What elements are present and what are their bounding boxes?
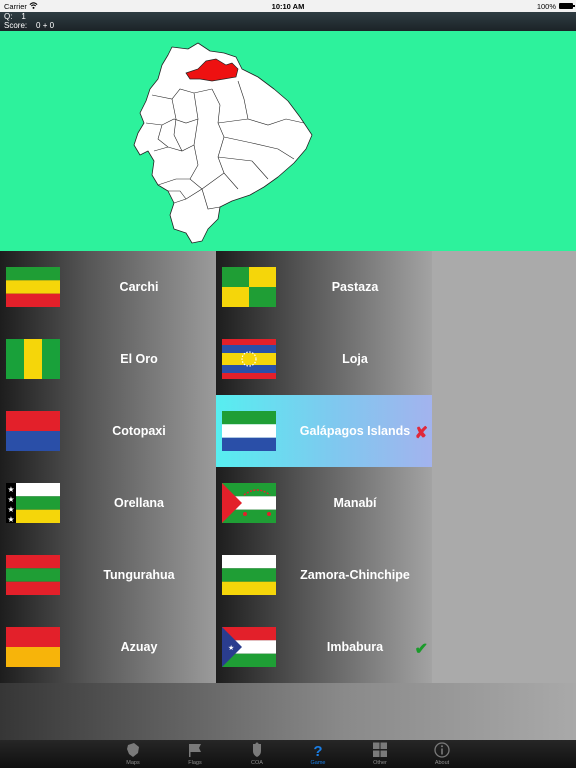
svg-text:★: ★: [7, 495, 14, 504]
answer-option-galapagos-islands[interactable]: Galápagos Islands ✘: [216, 395, 432, 467]
answer-column-left: Carchi El Oro Cotopaxi ★ ★ ★ ★ Orellana: [0, 251, 216, 683]
answer-grid: Carchi El Oro Cotopaxi ★ ★ ★ ★ Orellana: [0, 251, 576, 740]
answer-label: Manabí: [333, 496, 377, 510]
answer-option-orellana[interactable]: ★ ★ ★ ★ Orellana: [0, 467, 216, 539]
status-bar: Carrier 10:10 AM 100%: [0, 0, 576, 12]
battery-percent: 100%: [536, 2, 556, 11]
ecuador-province-map: [133, 42, 313, 244]
question-counter: Q: 1: [4, 12, 26, 21]
tab-coa[interactable]: COA: [227, 740, 287, 768]
answer-option-cotopaxi[interactable]: Cotopaxi: [0, 395, 216, 467]
answer-option-zamora-chinchipe[interactable]: Zamora-Chinchipe: [216, 539, 432, 611]
map-area: [0, 31, 576, 251]
tab-maps[interactable]: Maps: [103, 740, 163, 768]
flag-orellana: ★ ★ ★ ★: [6, 483, 60, 523]
answer-option-azuay[interactable]: Azuay: [0, 611, 216, 683]
flag-loja: [222, 339, 276, 379]
battery-icon: [559, 3, 575, 9]
flag-zamora: [222, 555, 276, 595]
answer-label: Imbabura: [326, 640, 384, 654]
answer-label: Galápagos Islands: [299, 424, 411, 438]
flag-carchi: [6, 267, 60, 307]
answer-option-loja[interactable]: Loja: [216, 323, 432, 395]
answer-option-el-oro[interactable]: El Oro: [0, 323, 216, 395]
svg-text:★: ★: [7, 505, 14, 514]
answer-label: Cotopaxi: [112, 424, 166, 438]
svg-text:?: ?: [313, 743, 322, 758]
flag-imbabura: ★: [222, 627, 276, 667]
answer-label: Zamora-Chinchipe: [300, 568, 410, 582]
flag-manabi: [222, 483, 276, 523]
tab-bar: Maps Flags COA ? Game Other About: [0, 740, 576, 768]
answer-label: Azuay: [120, 640, 158, 654]
info-icon: [434, 742, 450, 758]
status-time: 10:10 AM: [271, 2, 305, 11]
answer-label: Tungurahua: [103, 568, 175, 582]
grid-icon: [373, 742, 387, 757]
wrong-answer-icon: ✘: [414, 425, 428, 442]
correct-answer-icon: ✔: [414, 641, 428, 658]
svg-text:★: ★: [7, 485, 14, 494]
answer-option-tungurahua[interactable]: Tungurahua: [0, 539, 216, 611]
answer-label: Carchi: [119, 280, 159, 294]
game-info-bar: Q: 1 Score: 0 + 0: [0, 12, 576, 31]
map-icon: [127, 743, 139, 757]
flag-pastaza: [222, 267, 276, 307]
flag-galapagos: [222, 411, 276, 451]
tab-flags[interactable]: Flags: [165, 740, 225, 768]
flag-azuay: [6, 627, 60, 667]
flag-cotopaxi: [6, 411, 60, 451]
answer-option-manabi[interactable]: Manabí: [216, 467, 432, 539]
tab-about[interactable]: About: [412, 740, 472, 768]
svg-text:★: ★: [228, 644, 234, 652]
answer-option-carchi[interactable]: Carchi: [0, 251, 216, 323]
tab-other[interactable]: Other: [350, 740, 410, 768]
flag-el-oro: [6, 339, 60, 379]
flag-tungurahua: [6, 555, 60, 595]
score-counter: Score: 0 + 0: [4, 21, 55, 30]
answer-label: Orellana: [113, 496, 165, 510]
answer-label: Pastaza: [331, 280, 379, 294]
answer-option-pastaza[interactable]: Pastaza: [216, 251, 432, 323]
answer-label: El Oro: [120, 352, 158, 366]
svg-text:★: ★: [7, 515, 14, 523]
answer-label: Loja: [342, 352, 368, 366]
question-icon: ?: [313, 743, 322, 758]
flag-icon: [189, 744, 201, 757]
answer-column-right: Pastaza Loja Galápagos Islands ✘ Manabí …: [216, 251, 432, 683]
coat-of-arms-icon: [253, 742, 261, 757]
answer-option-imbabura[interactable]: ★ Imbabura ✔: [216, 611, 432, 683]
tab-game[interactable]: ? Game: [288, 740, 348, 768]
